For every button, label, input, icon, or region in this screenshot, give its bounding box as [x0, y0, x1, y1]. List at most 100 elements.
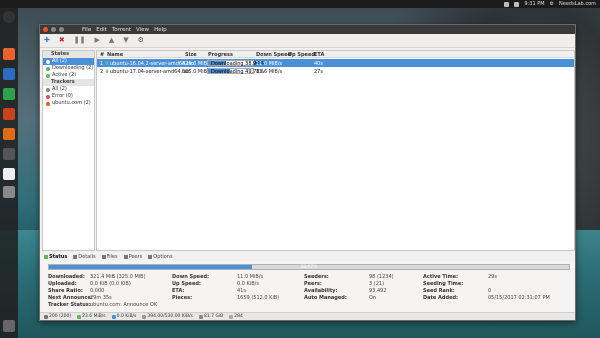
col-up-speed[interactable]: Up Speed [288, 52, 315, 58]
overall-progress: 38.97% [48, 264, 570, 270]
tab-files[interactable]: Files [101, 254, 118, 260]
download-rate-icon [77, 314, 82, 319]
connections-indicator[interactable]: 200 (200) [44, 314, 71, 319]
state-all[interactable]: All (2) [43, 58, 94, 65]
status-icon: ⬇ [105, 68, 110, 75]
torrent-list: # Name Size Progress Down Speed Up Speed… [96, 50, 575, 251]
maximize-icon[interactable] [59, 27, 64, 32]
files-tab-icon [101, 255, 106, 259]
upload-rate-indicator[interactable]: 0.0 KiB/s [111, 314, 136, 319]
pieces-label: Pieces: [172, 295, 193, 301]
col-size[interactable]: Size [185, 52, 197, 58]
torrent-row[interactable]: 2 ⬇ ubuntu-17.04-server-amd64.iso 685.0 … [97, 67, 574, 75]
queue-up-icon[interactable]: ▲ [109, 37, 114, 44]
up-speed-label: Up Speed: [172, 281, 201, 287]
volume-icon[interactable] [514, 1, 520, 7]
tab-peers[interactable]: Peers [123, 254, 142, 260]
col-eta[interactable]: ETA [314, 52, 324, 58]
torrent-list-header: # Name Size Progress Down Speed Up Speed… [97, 51, 574, 58]
dht-icon [229, 314, 234, 319]
drive-icon[interactable] [3, 186, 15, 198]
firefox-icon[interactable] [3, 48, 15, 60]
details-tabs: Status Details Files Peers Options [42, 253, 575, 261]
peers-tab-icon [123, 255, 128, 259]
protocol-traffic-indicator[interactable]: 394.00/530.00 KiB/s [142, 314, 193, 319]
seed-rank-value: 0 [488, 288, 492, 294]
tab-status[interactable]: Status [44, 254, 67, 260]
pause-icon[interactable]: ❚❚ [74, 37, 86, 44]
share-ratio-label: Share Ratio: [48, 288, 83, 294]
tracker-ubuntu[interactable]: ubuntu.com (2) [43, 100, 94, 107]
date-added-label: Date Added: [423, 295, 459, 301]
impress-icon[interactable] [3, 108, 15, 120]
down-speed-value: 11.0 MiB/s [237, 274, 264, 280]
tab-options[interactable]: Options [148, 254, 173, 260]
uploaded-value: 0.0 KiB (0.0 KiB) [90, 281, 131, 287]
trackers-header: Trackers [43, 79, 94, 86]
resume-icon[interactable]: ▶ [94, 37, 99, 44]
menu-file[interactable]: File [82, 27, 91, 33]
peers-label: Peers: [304, 281, 322, 287]
active-time-label: Active Time: [423, 274, 459, 280]
peers-value: 3 (21) [369, 281, 385, 287]
trash-icon[interactable] [3, 320, 15, 332]
auto-managed-value: On [369, 295, 377, 301]
upload-rate-icon [111, 314, 116, 319]
settings-icon[interactable]: ⚙ [550, 1, 554, 7]
launcher [0, 8, 18, 338]
date-added-value: 05/15/2017 02:31:07 PM [488, 295, 550, 301]
state-active[interactable]: Active (2) [43, 72, 94, 79]
col-down-speed[interactable]: Down Speed [256, 52, 291, 58]
state-downloading[interactable]: Downloading (2) [43, 65, 94, 72]
add-icon[interactable]: ✚ [44, 37, 50, 44]
free-space-indicator[interactable]: 81.7 GiB [199, 314, 223, 319]
tracker-all[interactable]: All (2) [43, 86, 94, 93]
tracker-error[interactable]: Error (0) [43, 93, 94, 100]
software-center-icon[interactable] [3, 128, 15, 140]
queue-down-icon[interactable]: ▼ [123, 37, 128, 44]
tracker-status-label: Tracker Status: [48, 302, 91, 308]
error-icon [46, 94, 50, 99]
remove-icon[interactable]: ✖ [59, 37, 65, 44]
menubar: File Edit Torrent View Help [82, 27, 167, 33]
seed-rank-label: Seed Rank: [423, 288, 455, 294]
ubuntu-dash-icon[interactable] [3, 11, 15, 23]
uploaded-label: Uploaded: [48, 281, 77, 287]
col-num[interactable]: # [100, 52, 104, 58]
writer-icon[interactable] [3, 68, 15, 80]
amazon-icon[interactable] [3, 168, 15, 180]
toolbar: ✚ ✖ ❚❚ ▶ ▲ ▼ ⚙ [40, 34, 575, 48]
calc-icon[interactable] [3, 88, 15, 100]
connections-icon [44, 314, 48, 319]
dht-indicator[interactable]: 284 [229, 314, 243, 319]
status-tab-icon [44, 255, 48, 259]
options-tab-icon [148, 255, 153, 259]
all-icon [46, 59, 50, 64]
deluge-icon[interactable] [3, 148, 15, 160]
menu-help[interactable]: Help [154, 27, 167, 33]
minimize-icon[interactable] [51, 27, 56, 32]
network-icon[interactable] [504, 1, 510, 7]
menu-view[interactable]: View [136, 27, 149, 33]
download-rate-indicator[interactable]: 23.6 MiB/s [77, 314, 106, 319]
clock[interactable]: 9:31 PM [524, 1, 544, 7]
menu-torrent[interactable]: Torrent [112, 27, 131, 33]
download-icon [46, 66, 50, 71]
tab-details[interactable]: Details [73, 254, 96, 260]
status-details: 38.97% Downloaded: 321.4 MiB (325.0 MiB)… [42, 261, 575, 313]
torrent-row[interactable]: 1 ⬇ ubuntu-16.04.2-server-amd64.iso 829.… [97, 59, 574, 67]
filter-sidebar: States All (2) Downloading (2) Active (2… [42, 50, 95, 251]
menu-edit[interactable]: Edit [96, 27, 107, 33]
downloaded-label: Downloaded: [48, 274, 85, 280]
top-panel: 9:31 PM ⚙ NeedsLab.com [0, 0, 600, 8]
active-icon [46, 73, 50, 78]
tracker-status-value: ubuntu.com: Announce OK [90, 302, 158, 308]
auto-managed-label: Auto Managed: [304, 295, 347, 301]
states-header: States [43, 51, 94, 58]
pieces-value: 1659 (512.0 KiB) [237, 295, 280, 301]
col-progress[interactable]: Progress [208, 52, 233, 58]
preferences-icon[interactable]: ⚙ [138, 37, 144, 44]
close-icon[interactable] [43, 27, 48, 32]
details-tab-icon [73, 255, 78, 259]
col-name[interactable]: Name [107, 52, 123, 58]
